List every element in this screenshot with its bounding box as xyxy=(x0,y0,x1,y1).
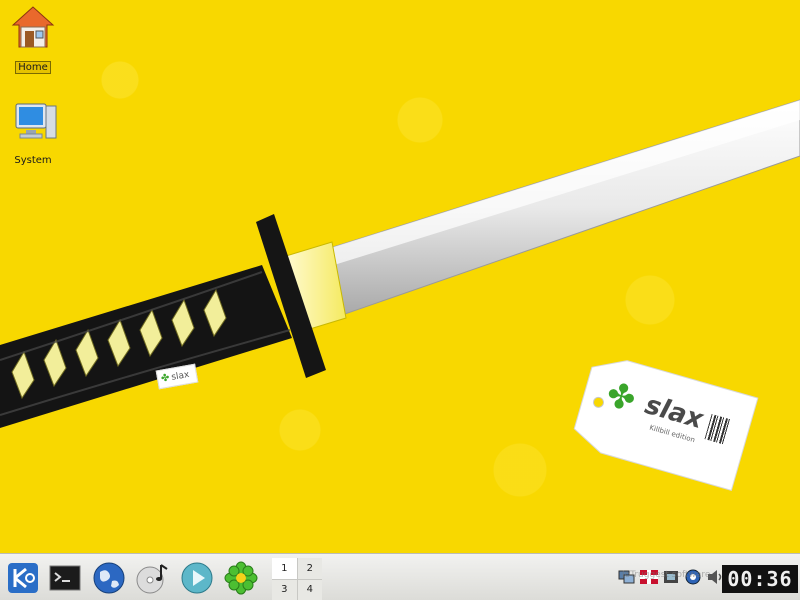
music-cd-icon xyxy=(136,564,168,594)
clover-icon: ✤ xyxy=(160,372,171,385)
clover-logo-icon: ✤ xyxy=(601,374,641,421)
kde-menu-icon xyxy=(8,563,38,593)
desktop-icon-system[interactable]: System xyxy=(0,100,66,167)
desktop-icon-label: Home xyxy=(15,61,51,74)
barcode-icon xyxy=(704,414,731,445)
taskbar: 1 2 3 4 IoTruggest software 00:36 xyxy=(0,553,800,600)
keyboard-layout-icon[interactable] xyxy=(640,568,658,586)
computer-icon xyxy=(15,103,57,139)
media-button[interactable] xyxy=(134,559,172,597)
kde-menu-button[interactable] xyxy=(4,559,42,597)
terminal-button[interactable] xyxy=(46,559,84,597)
clipboard-icon[interactable] xyxy=(684,568,702,586)
icq-button[interactable] xyxy=(222,559,260,597)
player-button[interactable] xyxy=(178,559,216,597)
desktop: ✤ slax ✤ slax Killbill edition Home Syst… xyxy=(0,0,800,553)
pager-desktop-2[interactable]: 2 xyxy=(297,558,322,579)
sword-tag-logo: slax xyxy=(170,369,191,383)
clock[interactable]: 00:36 xyxy=(722,565,798,593)
play-icon xyxy=(181,562,213,594)
desktop-pager: 1 2 3 4 xyxy=(272,558,322,600)
network-icon[interactable] xyxy=(618,568,636,586)
globe-icon xyxy=(93,562,125,594)
flower-icon xyxy=(224,561,258,595)
pager-desktop-3[interactable]: 3 xyxy=(272,579,297,600)
desktop-icon-home[interactable]: Home xyxy=(0,5,66,74)
pager-desktop-1[interactable]: 1 xyxy=(272,558,297,579)
home-icon xyxy=(11,6,55,48)
mixer-icon[interactable] xyxy=(662,568,680,586)
browser-button[interactable] xyxy=(90,559,128,597)
system-tray xyxy=(618,566,722,588)
pager-desktop-4[interactable]: 4 xyxy=(297,579,322,600)
katana-wallpaper xyxy=(0,99,800,492)
terminal-icon xyxy=(49,565,81,591)
desktop-icon-label: System xyxy=(14,155,52,166)
